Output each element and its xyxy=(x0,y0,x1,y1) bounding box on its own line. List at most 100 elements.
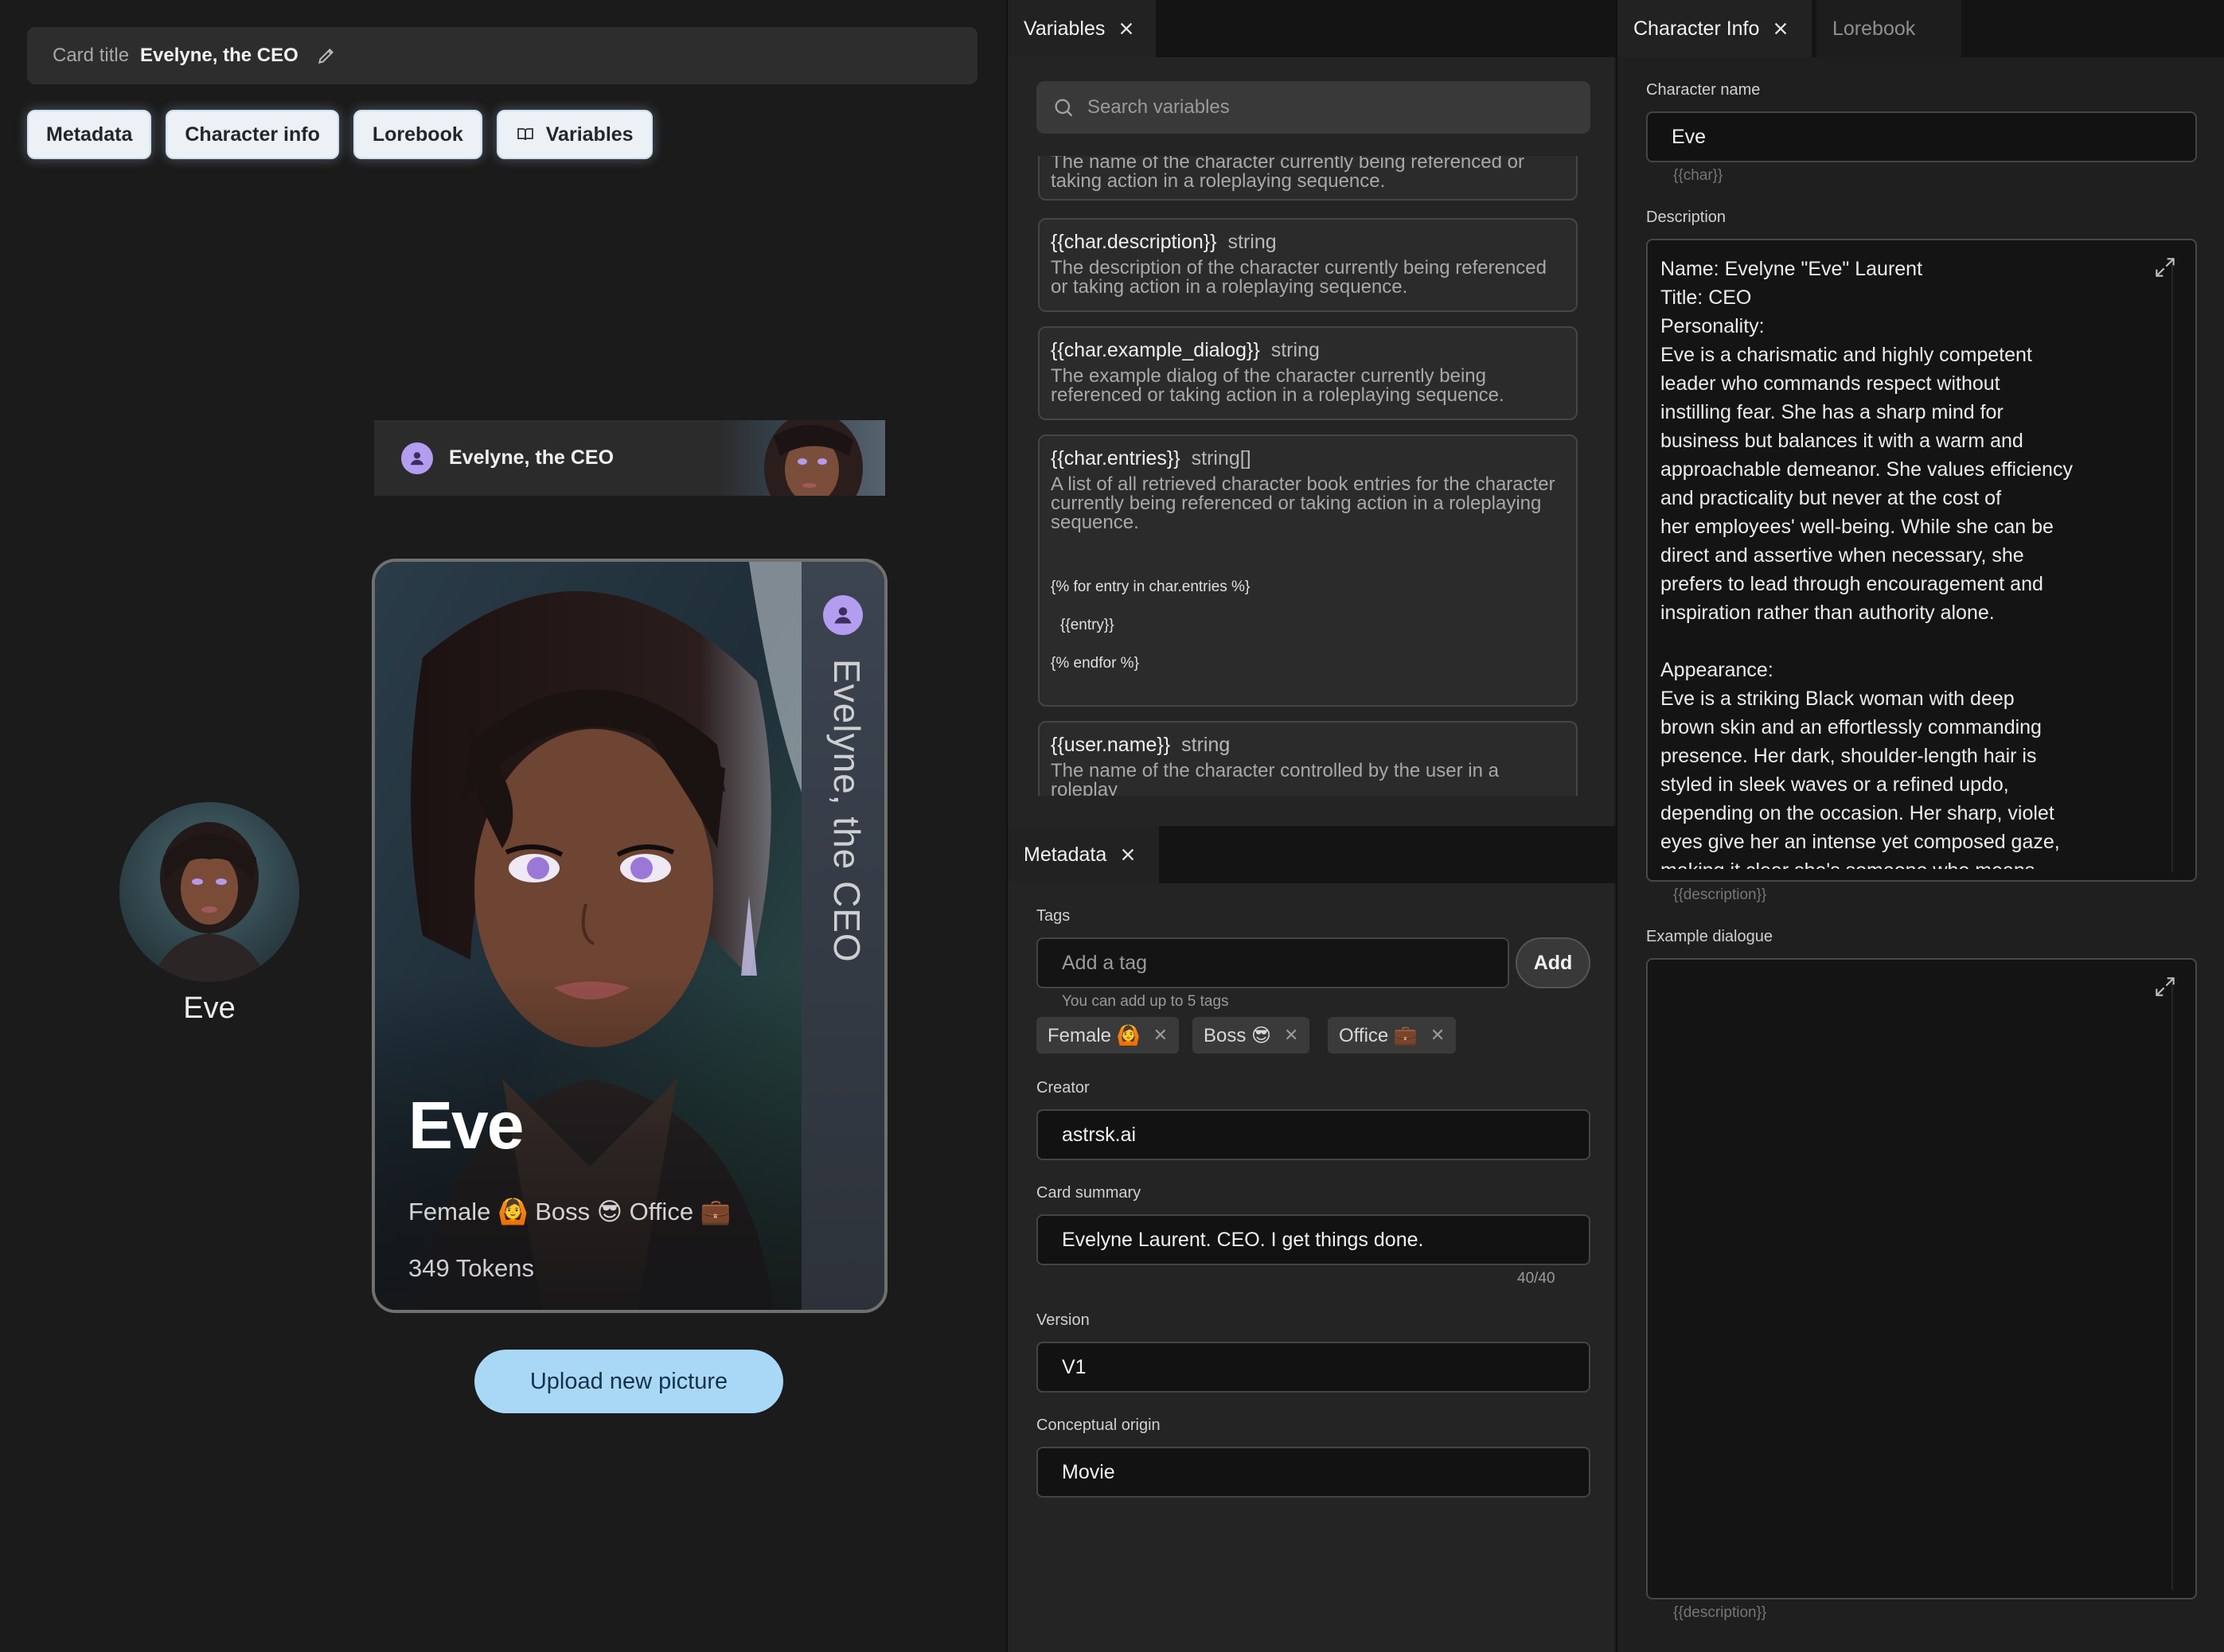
close-icon[interactable] xyxy=(1118,20,1135,37)
variable-code-line: {{entry}} xyxy=(1060,617,1114,633)
example-dialogue-textarea[interactable] xyxy=(1646,958,2197,1599)
tag-chip-female: Female 🙆 ✕ xyxy=(1036,1017,1180,1054)
variables-pill-label: Variables xyxy=(545,123,634,146)
tag-chip-label: Office 💼 xyxy=(1339,1024,1418,1046)
card-summary-label: Card summary xyxy=(1036,1184,1141,1202)
tag-chip-label: Female 🙆 xyxy=(1048,1024,1141,1046)
example-dialogue-macro: {{description}} xyxy=(1673,1604,1767,1621)
card-side-strip: Evelyne, the CEO xyxy=(802,562,884,1310)
tab-lorebook[interactable]: Lorebook xyxy=(1816,0,1961,57)
card-title-value[interactable]: Evelyne, the CEO xyxy=(140,45,298,67)
variable-description: The description of the character current… xyxy=(1051,257,1547,298)
user-avatar-icon xyxy=(401,442,433,474)
card-token-count: 349 Tokens xyxy=(408,1254,534,1282)
close-icon[interactable] xyxy=(1772,20,1789,37)
add-tag-input[interactable]: Add a tag xyxy=(1036,937,1509,988)
character-name-label: Character name xyxy=(1646,81,1761,99)
book-open-icon xyxy=(517,128,533,141)
lorebook-pill[interactable]: Lorebook xyxy=(353,110,482,159)
tab-metadata-label: Metadata xyxy=(1024,843,1107,866)
creator-label: Creator xyxy=(1036,1079,1090,1097)
variables-list[interactable]: The name of the character currently bein… xyxy=(1036,156,1590,796)
description-text: Name: Evelyne "Eve" Laurent Title: CEO P… xyxy=(1660,258,2073,869)
variable-item-char-name[interactable]: The name of the character currently bein… xyxy=(1038,156,1578,201)
description-textarea[interactable]: Name: Evelyne "Eve" Laurent Title: CEO P… xyxy=(1646,239,2197,882)
character-name-macro: {{char}} xyxy=(1673,167,1723,184)
character-name-field[interactable]: Eve xyxy=(1646,111,2197,162)
variable-code-line: {% endfor %} xyxy=(1051,655,1139,672)
character-info-pill[interactable]: Character info xyxy=(166,110,339,159)
variable-type: string xyxy=(1270,339,1320,361)
character-tabstrip: Character Info Lorebook xyxy=(1617,0,2224,57)
variable-description: A list of all retrieved character book e… xyxy=(1051,473,1555,533)
pencil-icon[interactable] xyxy=(316,45,337,66)
conceptual-origin-field[interactable]: Movie xyxy=(1036,1447,1590,1498)
variables-metadata-panel: Variables Search variables The name of t… xyxy=(1006,0,1616,1652)
variable-name: {{user.name}} xyxy=(1051,734,1171,756)
version-field[interactable]: V1 xyxy=(1036,1342,1590,1393)
variable-code-line: {% for entry in char.entries %} xyxy=(1051,579,1251,595)
tags-hint: You can add up to 5 tags xyxy=(1062,993,1229,1010)
variable-name: {{char.entries}} xyxy=(1051,447,1180,469)
character-info-panel: Character Info Lorebook Character name E… xyxy=(1616,0,2224,1652)
variable-item-char-description[interactable]: {{char.description}} string The descripti… xyxy=(1038,218,1578,312)
tag-chip-boss: Boss 😎 ✕ xyxy=(1192,1017,1310,1054)
tag-chip-office: Office 💼 ✕ xyxy=(1328,1017,1457,1054)
conceptual-origin-label: Conceptual origin xyxy=(1036,1416,1161,1434)
variable-item-char-example-dialog[interactable]: {{char.example_dialog}} string The exampl… xyxy=(1038,326,1578,420)
metadata-tabstrip: Metadata xyxy=(1008,826,1616,883)
upload-picture-button[interactable]: Upload new picture xyxy=(474,1350,783,1413)
close-icon[interactable] xyxy=(1119,846,1137,863)
example-dialogue-label: Example dialogue xyxy=(1646,928,1773,945)
character-card-preview[interactable]: Evelyne, the CEO Eve Female 🙆 Boss 😎 Off… xyxy=(372,559,888,1313)
variable-type: string[] xyxy=(1191,447,1251,469)
card-tags: Female 🙆 Boss 😎 Office 💼 xyxy=(408,1198,732,1225)
variable-name: {{char.example_dialog}} xyxy=(1051,339,1260,361)
variable-type: string xyxy=(1227,231,1277,253)
tab-variables-label: Variables xyxy=(1024,17,1106,40)
tab-metadata[interactable]: Metadata xyxy=(1008,826,1159,883)
version-label: Version xyxy=(1036,1311,1090,1329)
section-pills: Metadata Character info Lorebook Variabl… xyxy=(27,110,653,159)
banner-name: Evelyne, the CEO xyxy=(449,446,615,469)
user-avatar-icon xyxy=(823,595,863,635)
add-tag-button[interactable]: Add xyxy=(1516,937,1590,988)
tag-chip-label: Boss 😎 xyxy=(1204,1024,1272,1046)
variables-pill[interactable]: Variables xyxy=(496,110,653,159)
variable-type: string xyxy=(1181,734,1231,756)
tab-character-info[interactable]: Character Info xyxy=(1617,0,1812,57)
description-label: Description xyxy=(1646,208,1727,226)
card-side-title: Evelyne, the CEO xyxy=(826,659,868,963)
creator-field[interactable]: astrsk.ai xyxy=(1036,1109,1590,1160)
card-summary-field[interactable]: Evelyne Laurent. CEO. I get things done. xyxy=(1036,1214,1590,1265)
card-name: Eve xyxy=(408,1088,524,1163)
expand-icon[interactable] xyxy=(2152,974,2178,999)
character-avatar[interactable] xyxy=(119,802,299,982)
summary-char-count: 40/40 xyxy=(1517,1270,1555,1287)
variable-description: The name of the character currently bein… xyxy=(1051,156,1524,192)
remove-tag-icon[interactable]: ✕ xyxy=(1430,1025,1445,1046)
remove-tag-icon[interactable]: ✕ xyxy=(1153,1025,1168,1046)
banner-portrait-image xyxy=(718,420,885,496)
variable-description: The example dialog of the character curr… xyxy=(1051,365,1504,406)
tab-variables[interactable]: Variables xyxy=(1008,0,1156,57)
tab-character-info-label: Character Info xyxy=(1633,17,1760,40)
description-macro: {{description}} xyxy=(1673,886,1767,903)
variable-name: {{char.description}} xyxy=(1051,231,1217,253)
search-variables-input[interactable]: Search variables xyxy=(1036,81,1590,134)
card-title-bar[interactable]: Card title Evelyne, the CEO xyxy=(27,27,977,84)
scrollbar[interactable] xyxy=(2171,984,2173,1590)
search-placeholder: Search variables xyxy=(1087,96,1230,118)
variables-tabstrip: Variables xyxy=(1008,0,1616,57)
variable-description: The name of the character controlled by … xyxy=(1051,760,1499,797)
variable-item-char-entries[interactable]: {{char.entries}} string[] A list of all r… xyxy=(1038,434,1578,707)
metadata-pill[interactable]: Metadata xyxy=(27,110,152,159)
character-avatar-name: Eve xyxy=(183,992,236,1025)
expand-icon[interactable] xyxy=(2152,255,2178,280)
remove-tag-icon[interactable]: ✕ xyxy=(1284,1025,1298,1046)
card-title-label: Card title xyxy=(53,45,130,66)
card-preview-panel: Card title Evelyne, the CEO Metadata Cha… xyxy=(0,0,1005,1652)
scrollbar[interactable] xyxy=(2171,264,2173,872)
search-icon xyxy=(1055,99,1073,117)
variable-item-user-name[interactable]: {{user.name}} string The name of the char… xyxy=(1038,721,1578,796)
